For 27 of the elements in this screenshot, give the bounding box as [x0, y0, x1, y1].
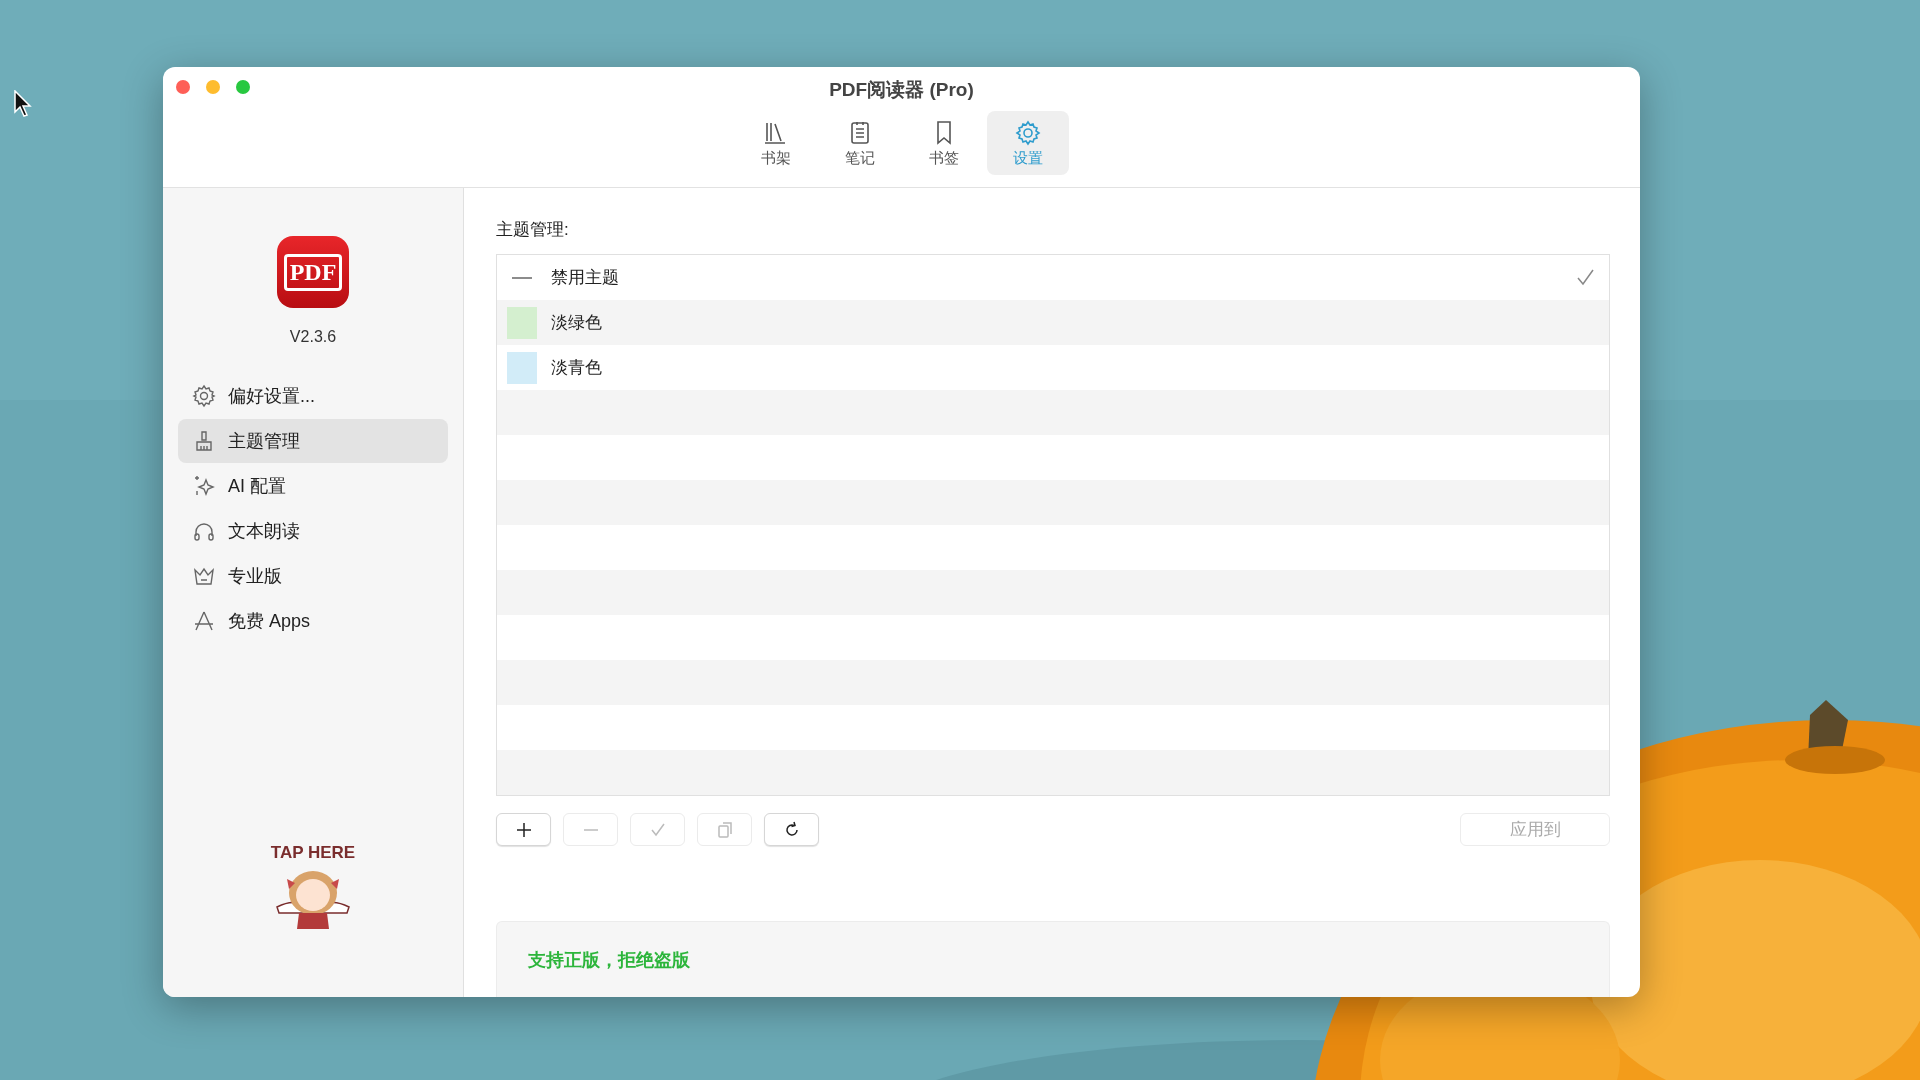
tap-here-label[interactable]: TAP HERE	[270, 843, 356, 863]
add-button[interactable]	[496, 813, 551, 846]
minimize-icon[interactable]	[205, 79, 221, 95]
sidebar-item[interactable]: 偏好设置...	[178, 374, 448, 418]
close-icon[interactable]	[175, 79, 191, 95]
window-title: PDF阅读器 (Pro)	[829, 78, 974, 102]
sidebar-item[interactable]: 免费 Apps	[178, 599, 448, 643]
cursor-icon	[14, 90, 32, 118]
pdf-logo-icon: PDF	[277, 236, 349, 308]
notice-text: 支持正版，拒绝盗版	[528, 948, 690, 972]
toolbar-tab[interactable]: 书架	[734, 111, 817, 175]
toolbar-tab[interactable]: 笔记	[818, 111, 901, 175]
settings-icon	[192, 384, 216, 408]
checkmark-icon	[1575, 267, 1595, 288]
sparkle-icon	[192, 474, 216, 498]
section-heading: 主题管理:	[496, 219, 570, 241]
sidebar-item[interactable]: AI 配置	[178, 464, 448, 508]
sidebar-item[interactable]: 文本朗读	[178, 509, 448, 553]
refresh-button[interactable]	[764, 813, 819, 846]
toolbar-tab[interactable]: 书签	[902, 111, 985, 175]
dash-icon	[512, 276, 532, 279]
version-label: V2.3.6	[289, 328, 337, 346]
zoom-icon[interactable]	[235, 79, 251, 95]
settings-icon	[1013, 118, 1042, 147]
theme-row[interactable]: 淡绿色	[497, 300, 1609, 345]
sidebar-item[interactable]: 专业版	[178, 554, 448, 598]
sidebar-item[interactable]: 主题管理	[178, 419, 448, 463]
